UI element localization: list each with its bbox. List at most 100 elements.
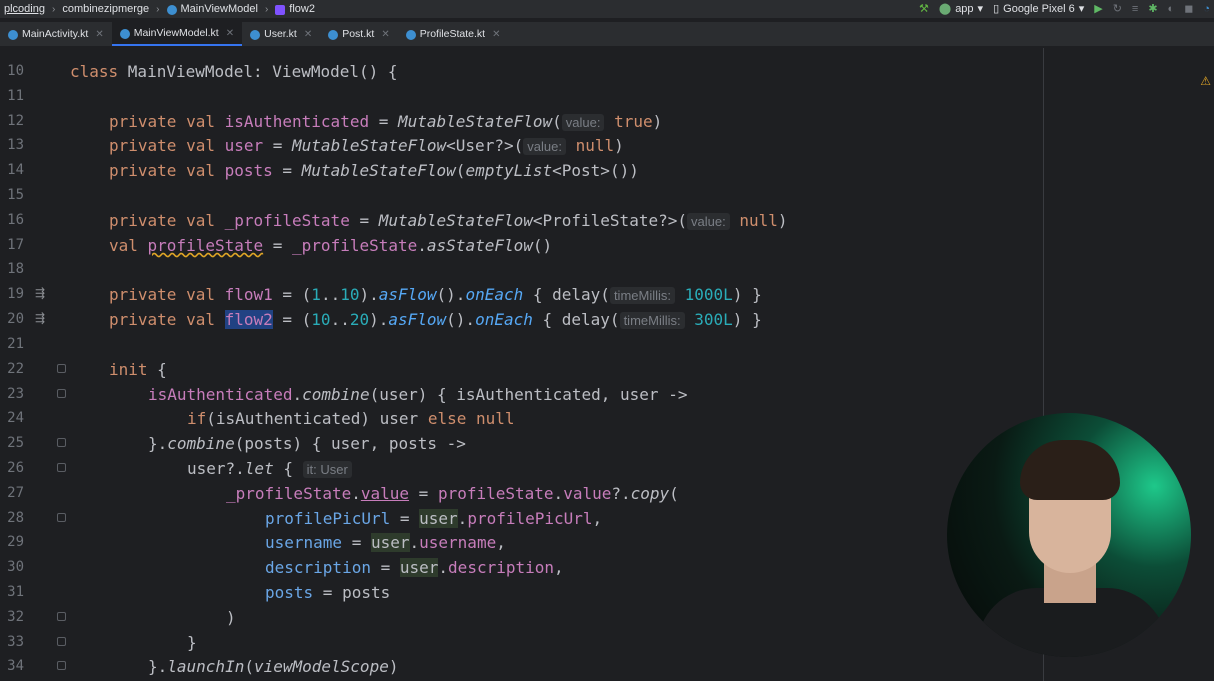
debug-icon[interactable]: ✱ <box>1148 3 1157 15</box>
line-number: 11 <box>7 88 24 104</box>
code-line: }.combine(posts) { user, posts -> <box>148 434 466 453</box>
run-config-selector[interactable]: ⬤ app ▾ <box>939 3 983 15</box>
fold-marker-icon[interactable] <box>57 438 66 447</box>
line-number: 24 <box>7 410 24 426</box>
class-icon <box>119 29 130 39</box>
line-number: 16 <box>7 212 24 228</box>
chevron-right-icon: › <box>264 3 269 15</box>
attach-icon[interactable]: ◐ <box>1168 3 1175 15</box>
chevron-right-icon: › <box>51 3 56 15</box>
toolbar-right: ⚒ ⬤ app ▾ ▯ Google Pixel 6 ▾ ▶ ↻ ≡ ✱ ◐ ◼… <box>919 0 1210 18</box>
code-line: if(isAuthenticated) user else null <box>187 409 515 428</box>
code-line: private val flow1 = (1..10).asFlow().onE… <box>109 285 762 304</box>
phone-icon: ▯ <box>993 2 1000 15</box>
tab-label: MainViewModel.kt <box>133 27 219 39</box>
close-icon[interactable]: ✕ <box>95 29 103 40</box>
class-icon <box>8 30 18 40</box>
code-line: private val _profileState = MutableState… <box>109 211 788 230</box>
code-line: }.launchIn(viewModelScope) <box>148 657 399 676</box>
line-number: 22 <box>7 361 24 377</box>
code-line: user?.let { it: User <box>187 459 352 479</box>
breadcrumb-module[interactable]: combinezipmerge <box>62 3 149 15</box>
tab-label: ProfileState.kt <box>419 28 486 40</box>
breadcrumb-member[interactable]: flow2 <box>289 3 315 15</box>
tab-label: MainActivity.kt <box>22 28 89 40</box>
code-line: posts = posts <box>265 583 391 602</box>
android-icon: ⬤ <box>938 2 952 15</box>
close-icon[interactable]: ✕ <box>381 29 389 40</box>
close-icon[interactable]: ✕ <box>492 29 500 40</box>
chevron-right-icon: › <box>156 3 160 15</box>
tab-post[interactable]: Post.kt ✕ <box>320 22 398 46</box>
code-line: _profileState.value = profileState.value… <box>226 484 679 503</box>
suspend-call-icon[interactable]: ⇶ <box>33 286 47 300</box>
suspend-call-icon[interactable]: ⇶ <box>33 311 47 325</box>
tab-label: User.kt <box>264 28 297 40</box>
line-number: 19 <box>7 286 24 302</box>
fold-marker-icon[interactable] <box>57 612 66 621</box>
device-selector[interactable]: ▯ Google Pixel 6 ▾ <box>993 3 1084 15</box>
class-icon <box>328 30 339 40</box>
code-line: isAuthenticated.combine(user) { isAuthen… <box>148 385 688 404</box>
line-number: 23 <box>7 386 24 402</box>
hammer-icon[interactable]: ⚒ <box>919 3 929 15</box>
breadcrumb: plcoding › combinezipmerge › MainViewMod… <box>4 3 315 15</box>
inlay-hint: timeMillis: <box>619 312 685 329</box>
line-number: 14 <box>7 162 24 178</box>
chevron-down-icon: ▾ <box>1078 2 1085 15</box>
close-icon[interactable]: ✕ <box>226 28 234 39</box>
gutter[interactable]: 10 11 12 13 14 15 16 17 18 19 20 21 22 2… <box>0 48 70 681</box>
code-line: class MainViewModel: ViewModel() { <box>70 62 398 81</box>
webcam-overlay <box>947 413 1191 657</box>
selected-text: flow2 <box>224 310 273 329</box>
line-number: 25 <box>7 435 24 451</box>
stop-icon[interactable]: ◼ <box>1184 3 1193 15</box>
inlay-hint: value: <box>523 138 566 155</box>
tab-mainviewmodel[interactable]: MainViewModel.kt ✕ <box>111 22 243 46</box>
line-number: 26 <box>7 460 24 476</box>
tab-label: Post.kt <box>342 28 375 40</box>
code-line: profilePicUrl = user.profilePicUrl, <box>265 509 603 528</box>
warning-icon[interactable]: ⚠ <box>1200 74 1211 88</box>
code-line: } <box>187 633 197 652</box>
code-line: ) <box>226 608 236 627</box>
close-icon[interactable]: ✕ <box>304 29 312 40</box>
inlay-hint: it: User <box>302 461 352 478</box>
inlay-hint: value: <box>687 213 730 230</box>
breadcrumb-class[interactable]: MainViewModel <box>181 3 258 15</box>
navigation-bar: plcoding › combinezipmerge › MainViewMod… <box>0 0 1214 18</box>
breadcrumb-project[interactable]: plcoding <box>4 3 45 15</box>
tab-mainactivity[interactable]: MainActivity.kt ✕ <box>0 22 112 46</box>
line-number: 34 <box>7 658 24 674</box>
line-number: 13 <box>7 137 24 153</box>
line-number: 17 <box>7 237 24 253</box>
line-number: 33 <box>7 634 24 650</box>
list-icon[interactable]: ≡ <box>1132 3 1138 15</box>
inlay-hint: timeMillis: <box>609 287 675 304</box>
fold-marker-icon[interactable] <box>57 661 66 670</box>
fold-marker-icon[interactable] <box>57 513 66 522</box>
fold-marker-icon[interactable] <box>57 637 66 646</box>
fold-marker-icon[interactable] <box>57 389 66 398</box>
code-line-current: private val flow2 = (10..20).asFlow().on… <box>109 310 762 329</box>
tab-user[interactable]: User.kt ✕ <box>242 22 320 46</box>
code-line: val profileState = _profileState.asState… <box>109 236 553 255</box>
run-config-module: app <box>955 3 974 15</box>
fold-marker-icon[interactable] <box>57 364 66 373</box>
code-line: private val isAuthenticated = MutableSta… <box>109 112 663 131</box>
profiler-icon[interactable]: ◔ <box>1203 3 1210 15</box>
class-icon <box>250 30 261 40</box>
line-number: 29 <box>7 534 24 550</box>
line-number: 18 <box>7 261 24 277</box>
class-icon <box>166 5 177 15</box>
line-number: 32 <box>7 609 24 625</box>
line-number: 10 <box>7 63 24 79</box>
code-line: init { <box>109 360 167 379</box>
fold-marker-icon[interactable] <box>57 463 66 472</box>
rerun-icon[interactable]: ↻ <box>1113 3 1122 15</box>
run-icon[interactable]: ▶ <box>1094 3 1102 15</box>
line-number: 31 <box>7 584 24 600</box>
tab-profilestate[interactable]: ProfileState.kt ✕ <box>398 22 509 46</box>
line-number: 12 <box>7 113 24 129</box>
line-number: 30 <box>7 559 24 575</box>
